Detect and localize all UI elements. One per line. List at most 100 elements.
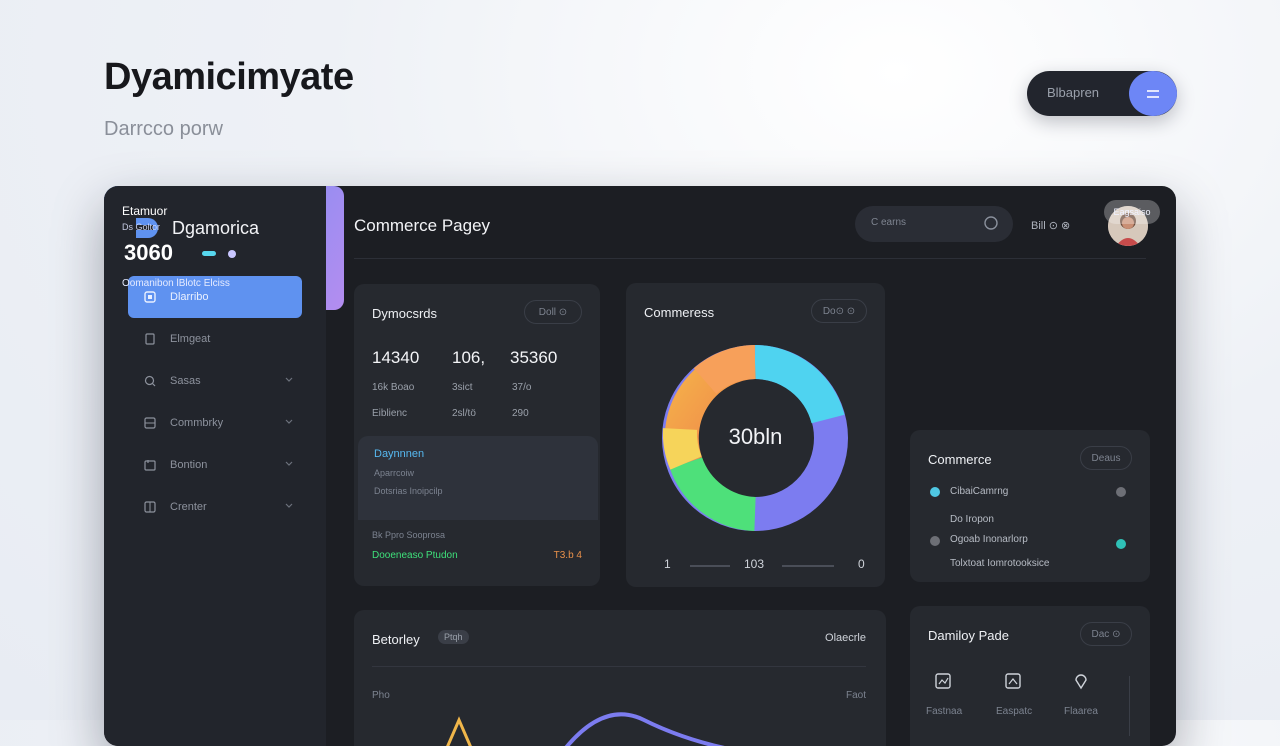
location-icon[interactable] <box>1072 672 1090 690</box>
icon-label: Fastnaa <box>926 706 963 717</box>
dashboard-icon <box>144 291 156 303</box>
stat-label: 16k Boao <box>372 382 415 393</box>
donut-filter-button[interactable]: Do⊙ ⊙ <box>811 299 867 323</box>
sidebar-item-label: Bontion <box>170 459 208 471</box>
sidebar: Dgamorica Dlarribo Elmgeat Sasas Commbrk… <box>104 186 326 746</box>
legend-line <box>690 565 730 567</box>
image-icon[interactable] <box>1004 672 1022 690</box>
menu-icon <box>1147 89 1159 98</box>
bottom-right-label[interactable]: Olaecrle <box>825 632 866 644</box>
stat-value: 35360 <box>510 348 558 367</box>
sidebar-item-label: Commbrky <box>170 417 224 429</box>
legend-right: 0 <box>858 557 865 571</box>
list-item[interactable]: Tolxtoat Iomrotooksice <box>950 558 1050 569</box>
stat-label: 290 <box>512 408 529 419</box>
search-input[interactable]: C earns <box>855 206 1013 242</box>
chevron-down-icon <box>285 461 293 466</box>
bottom-divider <box>372 666 866 667</box>
sidebar-item-label: Dlarribo <box>170 291 209 303</box>
stat-label: 37/o <box>512 382 532 393</box>
sidebar-item-label: Crenter <box>170 501 207 513</box>
donut-segment-cyan <box>754 345 845 424</box>
status-dot <box>930 487 940 497</box>
sidebar-item-search[interactable]: Sasas <box>128 360 302 402</box>
chevron-down-icon <box>285 503 293 508</box>
stats-filter-button[interactable]: Doll ⊙ <box>524 300 582 324</box>
toggle-dot[interactable] <box>1116 539 1126 549</box>
sidebar-item-label: Sasas <box>170 375 201 387</box>
stats-card: Dymocsrds Doll ⊙ 14340 106, 35360 16k Bo… <box>354 284 600 586</box>
stats-foot-line: Bk Ppro Sooprosa <box>372 530 446 540</box>
grid-icon <box>144 417 156 429</box>
header-divider <box>354 258 1146 259</box>
promo-indicator <box>202 251 216 256</box>
donut-segment-green <box>669 456 757 531</box>
sidebar-item-label: Elmgeat <box>170 333 211 345</box>
sidebar-nav: Dlarribo Elmgeat Sasas Commbrky Bontion <box>128 276 302 528</box>
list-title: Commerce <box>928 452 992 467</box>
bottom-tag: Ptqh <box>438 630 469 644</box>
stats-sub-panel: Daynnnen Aparrcoiw Dotsrias Inoipcilp <box>358 436 598 520</box>
hero-subtitle: Darrcco porw <box>104 118 223 140</box>
legend-left: 1 <box>664 557 671 571</box>
stats-title: Dymocsrds <box>372 306 438 321</box>
stat-value: 14340 <box>372 348 420 367</box>
search-placeholder: C earns <box>871 217 907 228</box>
stat-label: 2sl/tö <box>452 408 476 419</box>
scrollbar[interactable] <box>1129 676 1130 736</box>
line-series-orange <box>446 716 472 746</box>
chart-icon[interactable] <box>934 672 952 690</box>
sidebar-item-center[interactable]: Crenter <box>128 486 302 528</box>
stats-foot-green: Dooeneaso Ptudon <box>372 550 458 561</box>
promo-indicator-dot <box>228 250 236 258</box>
donut-card: Commeress Do⊙ ⊙ 30bln 1 103 0 <box>626 283 885 587</box>
search-icon <box>144 375 156 387</box>
legend-line <box>782 565 834 567</box>
promo-foot: Oomanibon lBlotc Elciss <box>122 278 230 289</box>
list-filter-button[interactable]: Deaus <box>1080 446 1132 470</box>
top-pill-control[interactable]: Blbapren <box>1027 71 1177 116</box>
promo-pill-button[interactable]: Eagsaiso <box>1104 200 1160 224</box>
list-item[interactable]: Ogoab Inonarlorp <box>950 534 1028 545</box>
toggle-dot[interactable] <box>1116 487 1126 497</box>
promo-value: 3060 <box>124 240 173 265</box>
panel-line: Aparrcoiw <box>374 468 415 478</box>
page-title: Commerce Pagey <box>354 216 491 235</box>
chevron-down-icon <box>285 377 293 382</box>
donut-segment-orange2 <box>693 345 756 395</box>
calendar-icon <box>144 460 156 471</box>
stats-foot-value: T3.b 4 <box>553 550 582 561</box>
status-dot <box>930 536 940 546</box>
display-filter-button[interactable]: Dac ⊙ <box>1080 622 1132 646</box>
list-card: Commerce Deaus CibaiCamrng Do Iropon Ogo… <box>910 430 1150 582</box>
stat-label: Eiblienc <box>372 408 408 419</box>
sidebar-item-commerce[interactable]: Commbrky <box>128 402 302 444</box>
hero-title: Dyamicimyate <box>104 56 354 98</box>
sidebar-item-bontion[interactable]: Bontion <box>128 444 302 486</box>
line-series-purple <box>564 712 725 746</box>
bottom-chart-card: Betorley Ptqh Olaecrle Pho Faot <box>354 610 886 746</box>
icon-label: Flaarea <box>1064 706 1098 717</box>
menu-button[interactable] <box>1129 71 1177 116</box>
grid-icon <box>144 501 156 513</box>
stat-value: 106, <box>452 348 486 367</box>
display-title: Damiloy Pade <box>928 628 1009 643</box>
donut-center-value: 30bln <box>728 424 783 449</box>
promo-subtitle: Ds Goltor <box>122 222 161 232</box>
icon-label: Easpatc <box>996 706 1033 717</box>
search-icon[interactable] <box>983 215 1001 233</box>
brand-name: Dgamorica <box>172 217 260 238</box>
list-item[interactable]: Do Iropon <box>950 514 994 525</box>
bottom-chart <box>446 712 725 746</box>
donut-title: Commeress <box>644 305 715 320</box>
app-window: Dgamorica Dlarribo Elmgeat Sasas Commbrk… <box>104 186 1176 746</box>
pill-label: Blbapren <box>1047 85 1100 100</box>
display-card: Damiloy Pade Dac ⊙ Fastnaa Easpatc Flaar… <box>910 606 1150 746</box>
chevron-down-icon <box>285 419 293 424</box>
sidebar-item-documents[interactable]: Elmgeat <box>128 318 302 360</box>
panel-title: Daynnnen <box>374 448 425 460</box>
legend-mid: 103 <box>744 557 765 571</box>
header-meta[interactable]: Bill ⊙ ⊗ <box>1031 219 1070 232</box>
bottom-title: Betorley <box>372 632 420 647</box>
list-item[interactable]: CibaiCamrng <box>950 486 1008 497</box>
